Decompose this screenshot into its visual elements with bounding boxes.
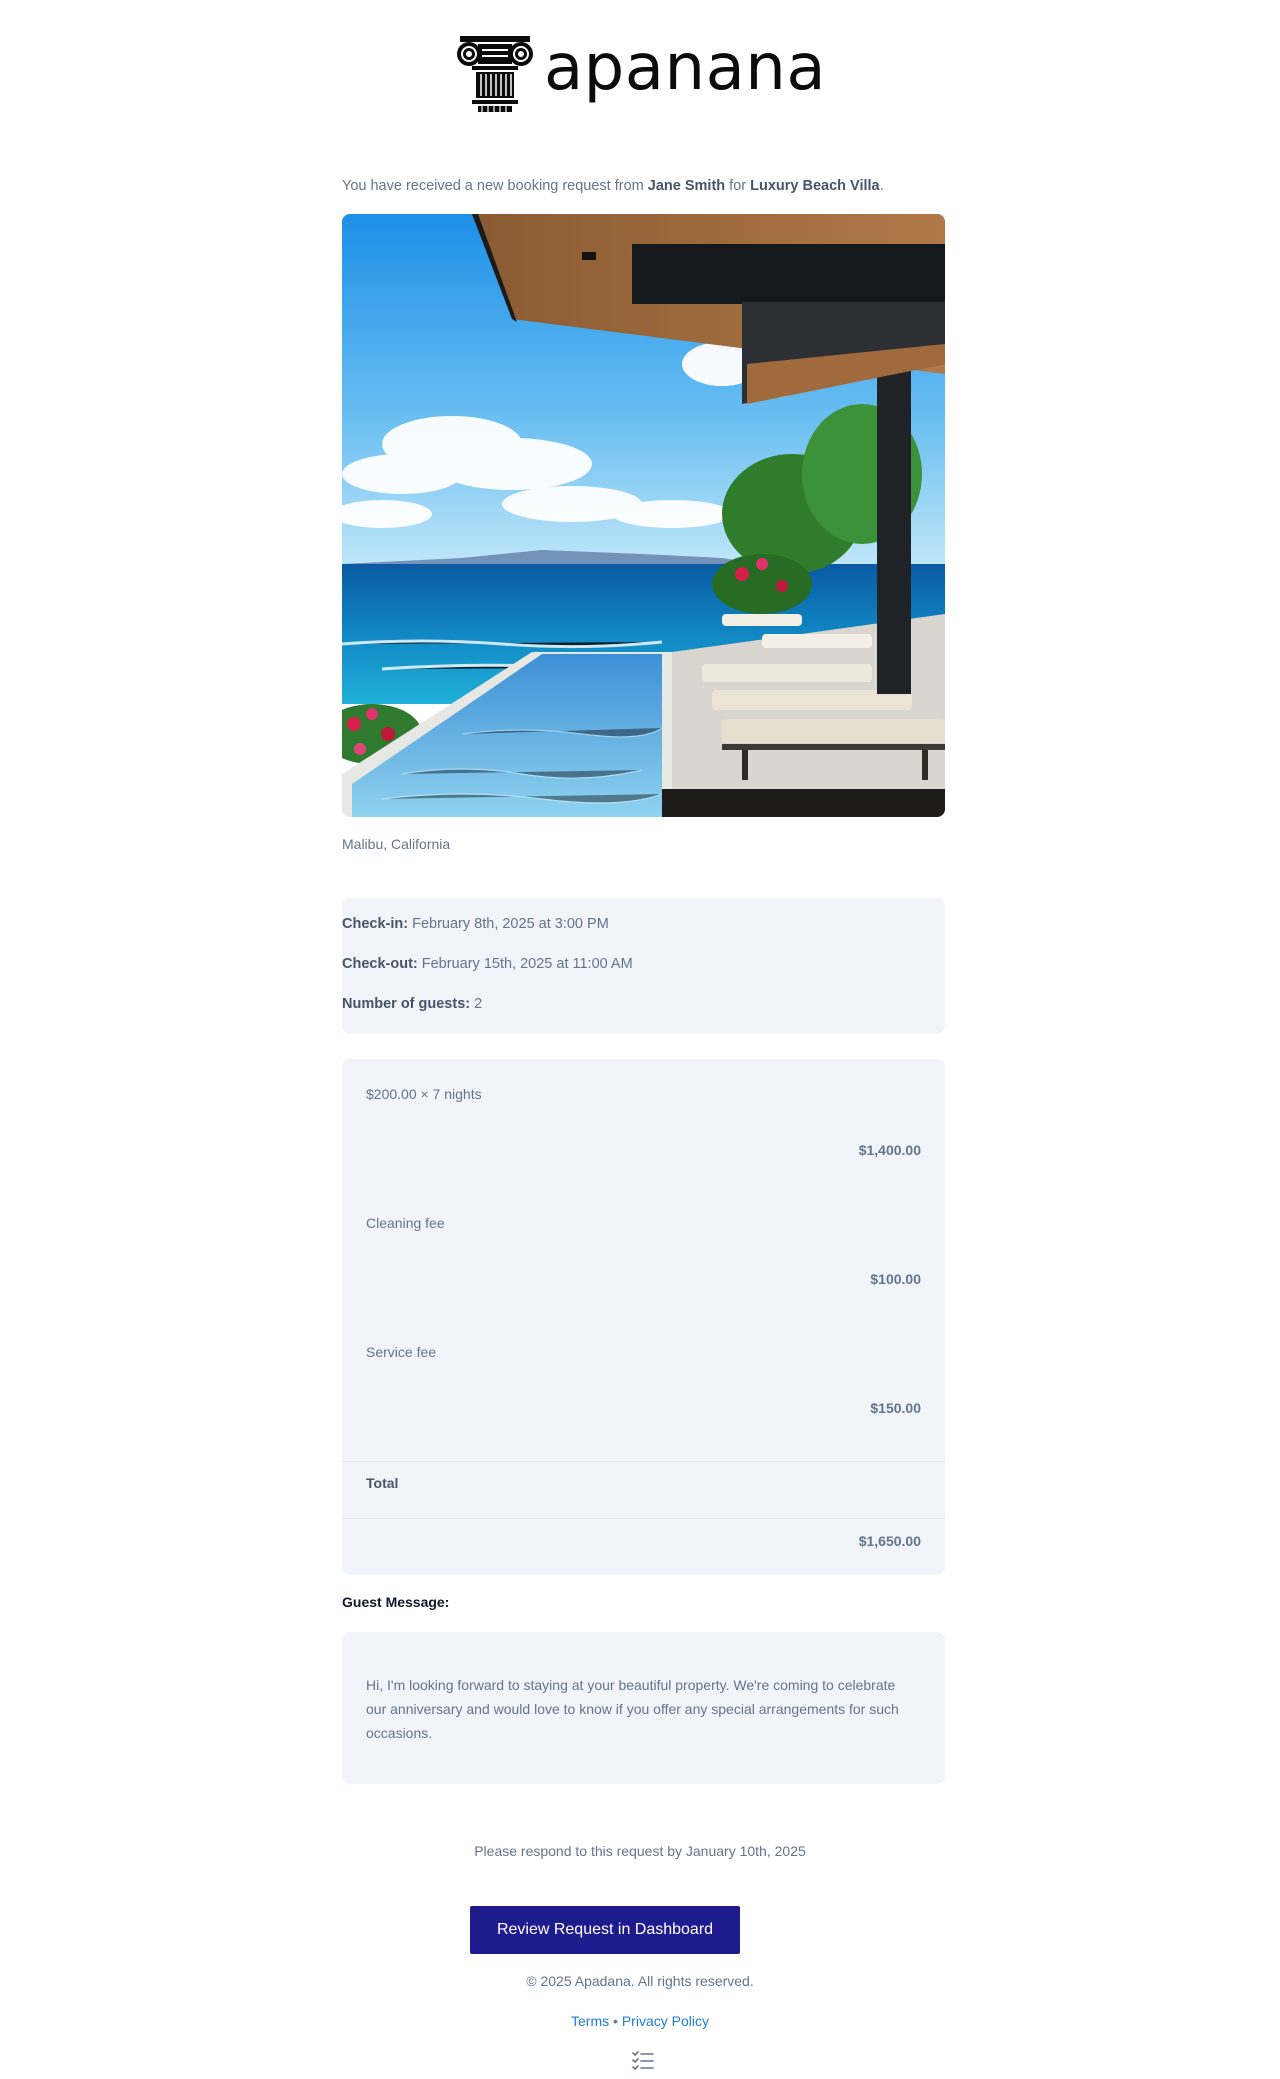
property-photo xyxy=(342,214,945,817)
copyright-text: © 2025 Apadana. All rights reserved. xyxy=(526,1973,754,1989)
cleaning-fee-amount: $100.00 xyxy=(870,1271,921,1287)
total-divider-top xyxy=(342,1461,945,1462)
total-amount: $1,650.00 xyxy=(858,1533,921,1549)
checkin-row: Check-in: February 8th, 2025 at 3:00 PM xyxy=(342,916,609,932)
intro-text: You have received a new booking request … xyxy=(342,176,945,196)
checkin-value: February 8th, 2025 at 3:00 PM xyxy=(408,916,609,932)
footer-links: Terms • Privacy Policy xyxy=(0,2013,1280,2029)
service-fee-amount: $150.00 xyxy=(870,1400,921,1416)
nightly-rate-label: $200.00 × 7 nights xyxy=(366,1086,482,1102)
total-divider-bottom xyxy=(342,1518,945,1519)
brand-wordmark: apanana xyxy=(543,31,827,105)
ionic-column-icon xyxy=(456,36,533,112)
terms-link[interactable]: Terms xyxy=(571,2013,609,2029)
checkout-label: Check-out: xyxy=(342,956,418,972)
review-request-button[interactable]: Review Request in Dashboard xyxy=(470,1906,740,1954)
intro-middle: for xyxy=(725,178,751,194)
property-name: Luxury Beach Villa xyxy=(750,178,880,194)
checkout-row: Check-out: February 15th, 2025 at 11:00 … xyxy=(342,956,633,972)
intro-suffix: . xyxy=(879,178,884,194)
total-label: Total xyxy=(366,1475,399,1491)
cleaning-fee-label: Cleaning fee xyxy=(366,1215,445,1231)
guest-message-text: Hi, I'm looking forward to staying at yo… xyxy=(366,1677,899,1741)
checkout-value: February 15th, 2025 at 11:00 AM xyxy=(417,956,633,972)
guests-label: Number of guests: xyxy=(342,996,471,1012)
guest-message-heading: Guest Message: xyxy=(342,1594,450,1610)
property-location: Malibu, California xyxy=(342,836,451,852)
email-header: apanana xyxy=(0,26,1280,116)
list-checklist-icon xyxy=(632,2051,654,2071)
email-page: apanana You have received a new booking … xyxy=(0,0,1280,2079)
villa-pool-ocean-view-photo xyxy=(342,214,945,817)
stay-details-box: Check-in: February 8th, 2025 at 3:00 PM … xyxy=(342,898,945,1034)
checkin-label: Check-in: xyxy=(342,916,409,932)
nightly-rate-amount: $1,400.00 xyxy=(858,1142,921,1158)
guest-name: Jane Smith xyxy=(647,178,726,194)
service-fee-label: Service fee xyxy=(366,1344,437,1360)
guests-value: 2 xyxy=(470,996,483,1012)
respond-deadline: Please respond to this request by Januar… xyxy=(474,1843,806,1859)
guest-message-box: Hi, I'm looking forward to staying at yo… xyxy=(342,1632,945,1784)
privacy-policy-link[interactable]: Privacy Policy xyxy=(622,2013,709,2029)
price-breakdown: $200.00 × 7 nights $1,400.00 Cleaning fe… xyxy=(342,1059,945,1575)
guests-row: Number of guests: 2 xyxy=(342,996,482,1012)
intro-prefix: You have received a new booking request … xyxy=(342,178,648,194)
brand-logo: apanana xyxy=(454,30,826,112)
link-separator: • xyxy=(609,2013,622,2029)
